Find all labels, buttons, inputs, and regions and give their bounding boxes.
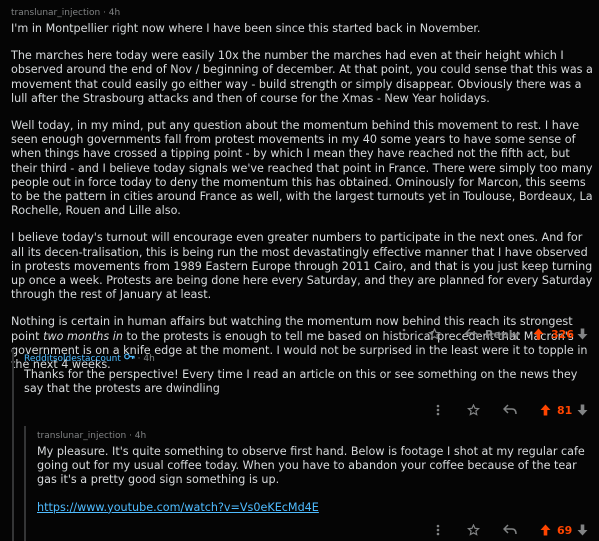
downvote-arrow-icon[interactable]: [577, 401, 588, 419]
more-options-icon[interactable]: [402, 325, 406, 343]
downvote-arrow-icon[interactable]: [577, 325, 588, 343]
more-options-icon[interactable]: [436, 401, 440, 419]
comment-paragraph: Thanks for the perspective! Every time I…: [24, 368, 578, 396]
vote-count: 69: [557, 523, 573, 537]
comment-paragraph: I believe today's turnout will encourage…: [11, 231, 593, 302]
comment-paragraph: I'm in Montpellier right now where I hav…: [11, 22, 481, 35]
comment-time: · 4h: [137, 354, 155, 364]
award-icon[interactable]: [467, 401, 480, 419]
comment-author[interactable]: translunar_injection: [37, 431, 126, 441]
comment-author[interactable]: translunar_injection: [11, 8, 100, 18]
comment-paragraph: The marches here today were easily 10x t…: [11, 49, 593, 105]
comment-paragraph: Well today, in my mind, put any question…: [11, 119, 593, 218]
comment-paragraph: My pleasure. It's quite something to obs…: [37, 445, 593, 488]
comment-time: · 4h: [129, 431, 147, 441]
comment-meta: translunar_injection · 4h: [11, 7, 593, 19]
reply-button[interactable]: Reply: [465, 325, 520, 343]
award-icon[interactable]: [428, 325, 441, 343]
youtube-link[interactable]: https://www.youtube.com/watch?v=Vs0eKEcM…: [37, 501, 319, 514]
reply-icon: [503, 524, 517, 535]
paragraph-text: it's a pretty good sign something is up.: [56, 473, 280, 487]
key-badge-icon: [123, 352, 135, 365]
more-options-icon[interactable]: [436, 521, 440, 539]
comment-3-actions: 69: [0, 521, 599, 539]
comment-1-actions: Reply 326: [0, 325, 599, 343]
reply-label: Reply: [485, 327, 520, 341]
comment-author[interactable]: Redditsoldestaccount: [24, 354, 121, 364]
award-icon[interactable]: [467, 521, 480, 539]
vote-count: 81: [557, 403, 573, 417]
comment-body: Thanks for the perspective! Every time I…: [24, 368, 594, 396]
reply-icon: [503, 404, 517, 415]
upvote-arrow-icon[interactable]: [540, 521, 551, 539]
comment-meta: Redditsoldestaccount · 4h: [24, 352, 594, 365]
reply-button[interactable]: [503, 521, 517, 539]
upvote-arrow-icon[interactable]: [540, 401, 551, 419]
thread-line[interactable]: [12, 349, 14, 541]
vote-count: 326: [551, 327, 574, 341]
comment-meta: translunar_injection · 4h: [37, 430, 593, 442]
comment-body: My pleasure. It's quite something to obs…: [37, 445, 593, 515]
downvote-arrow-icon[interactable]: [577, 521, 588, 539]
reply-icon: [465, 328, 479, 339]
reply-button[interactable]: [503, 401, 517, 419]
comment-2-actions: 81: [0, 401, 599, 419]
comment-body: I'm in Montpellier right now where I hav…: [11, 22, 593, 372]
upvote-arrow-icon[interactable]: [533, 325, 544, 343]
comment-time: · 4h: [103, 8, 121, 18]
comment-2: Redditsoldestaccount · 4h Thanks for the…: [24, 352, 594, 396]
comment-3: translunar_injection · 4h My pleasure. I…: [37, 430, 593, 515]
